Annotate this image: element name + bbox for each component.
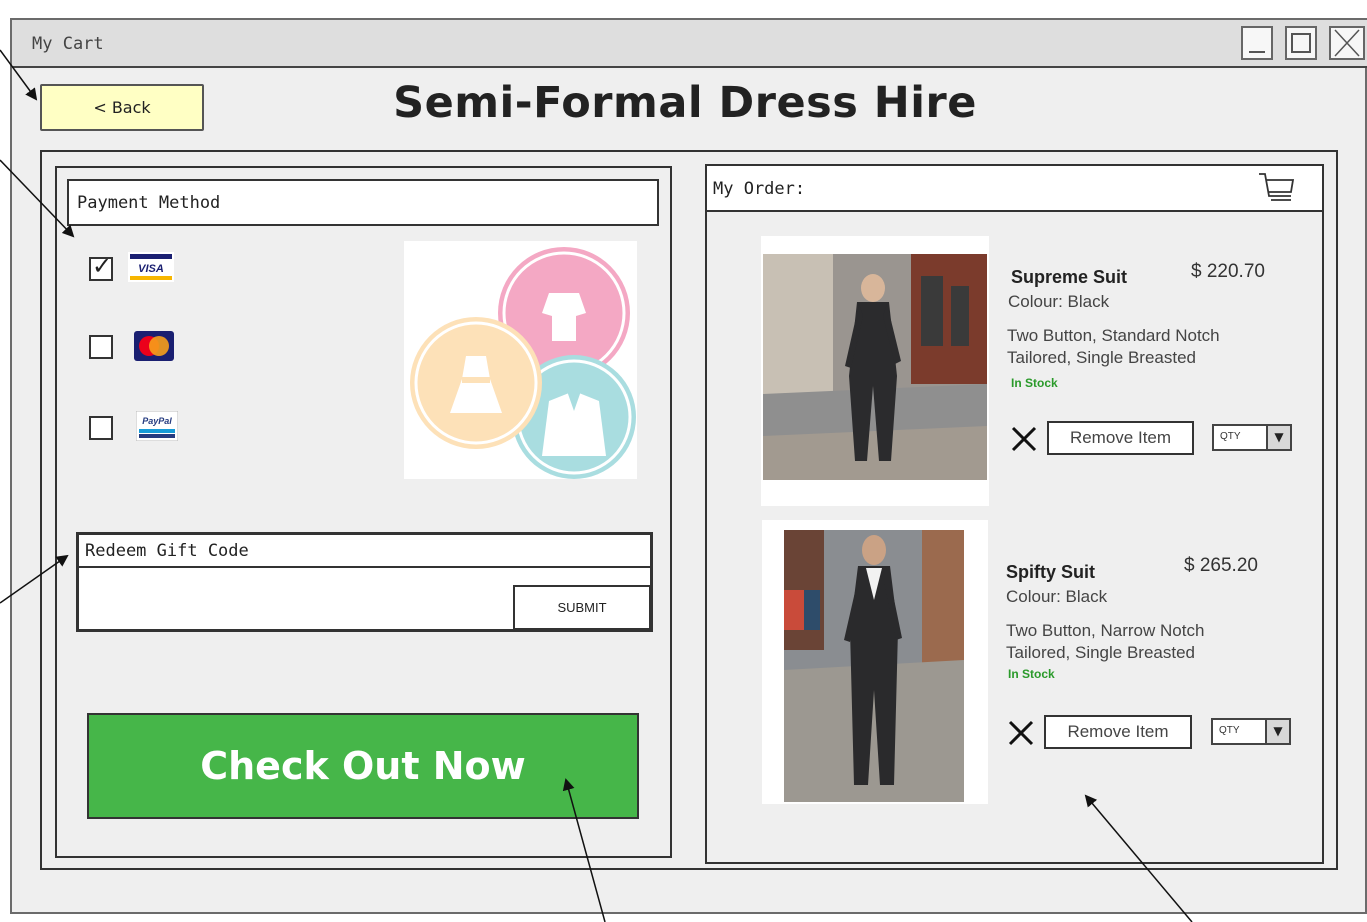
dropdown-arrow-icon: ▼: [1265, 720, 1289, 743]
dropdown-arrow-icon: ▼: [1266, 426, 1290, 449]
visa-checkbox[interactable]: ✓: [89, 252, 113, 281]
page-title: Semi-Formal Dress Hire: [393, 78, 977, 128]
visa-logo-icon: VISA: [128, 252, 174, 282]
qty-label: QTY: [1219, 725, 1240, 736]
item-colour: Colour: Black: [1008, 292, 1110, 311]
qty-dropdown[interactable]: QTY ▼: [1212, 424, 1292, 451]
item-description: Two Button, Standard Notch: [1007, 326, 1220, 345]
window-title: My Cart: [32, 34, 104, 54]
item-colour: Colour: Black: [1006, 587, 1108, 606]
remove-x-icon[interactable]: [1007, 719, 1035, 747]
stock-status: In Stock: [1011, 376, 1058, 390]
remove-item-button[interactable]: Remove Item: [1044, 715, 1192, 749]
paypal-logo-icon: PayPal: [136, 411, 178, 441]
minimize-icon: [1249, 51, 1265, 53]
remove-item-button[interactable]: Remove Item: [1047, 421, 1194, 455]
check-out-button[interactable]: Check Out Now: [87, 713, 639, 819]
qty-label: QTY: [1220, 431, 1241, 442]
order-title: My Order:: [707, 166, 1322, 212]
submit-button[interactable]: SUBMIT: [513, 585, 651, 630]
remove-x-icon[interactable]: [1010, 425, 1038, 453]
product-image[interactable]: [762, 520, 988, 804]
gift-code-input[interactable]: [82, 572, 508, 624]
mastercard-checkbox[interactable]: [89, 335, 113, 359]
item-price: $ 220.70: [1191, 261, 1265, 282]
svg-text:VISA: VISA: [138, 263, 164, 275]
close-button[interactable]: [1329, 26, 1365, 60]
minimize-button[interactable]: [1241, 26, 1273, 60]
item-description: Tailored, Single Breasted: [1007, 348, 1197, 367]
qty-dropdown[interactable]: QTY ▼: [1211, 718, 1291, 745]
product-image[interactable]: [761, 236, 989, 506]
back-button[interactable]: < Back: [40, 84, 204, 131]
payment-method-title: Payment Method: [67, 179, 659, 226]
item-name: Supreme Suit: [1011, 267, 1128, 287]
mastercard-logo-icon: [134, 331, 174, 361]
stock-status: In Stock: [1008, 667, 1055, 681]
brand-logo-icon: [404, 241, 637, 479]
item-description: Tailored, Single Breasted: [1006, 643, 1196, 662]
close-icon: [1334, 29, 1360, 57]
item-name: Spifty Suit: [1006, 562, 1095, 582]
item-description: Two Button, Narrow Notch: [1006, 621, 1205, 640]
item-price: $ 265.20: [1184, 555, 1258, 576]
maximize-icon: [1291, 33, 1311, 53]
cart-icon[interactable]: [1257, 170, 1297, 206]
title-bar: [12, 20, 1367, 68]
paypal-checkbox[interactable]: [89, 416, 113, 440]
svg-text:PayPal: PayPal: [142, 416, 172, 426]
gift-code-label: Redeem Gift Code: [79, 535, 650, 568]
check-mark: ✓: [92, 252, 113, 280]
maximize-button[interactable]: [1285, 26, 1317, 60]
